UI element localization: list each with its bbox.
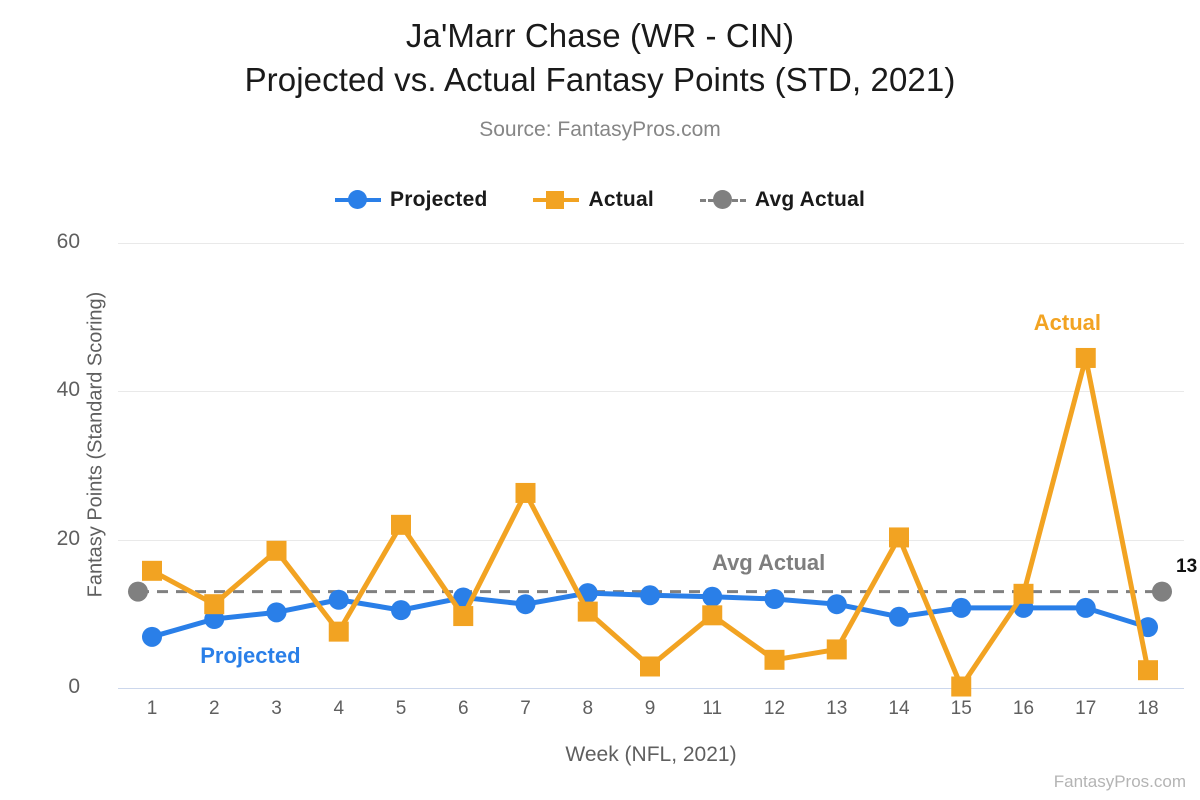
- point-projected-week-5: [391, 600, 411, 621]
- point-actual-week-1: [142, 560, 162, 581]
- point-actual-week-15: [951, 676, 972, 697]
- point-actual-week-2: [204, 594, 225, 615]
- x-tick-label-11: 11: [702, 698, 723, 719]
- annotation-actual: Actual: [1033, 309, 1101, 335]
- series-layer: [128, 347, 1172, 697]
- annotation-avg-actual: Avg Actual: [712, 549, 826, 575]
- chart-subtitle: Source: FantasyPros.com: [479, 118, 721, 141]
- y-tick-label-40: 40: [56, 378, 80, 402]
- title-block: Ja'Marr Chase (WR - CIN) Projected vs. A…: [0, 14, 1200, 102]
- point-actual-week-16: [1013, 583, 1034, 604]
- x-tick-label-2: 2: [208, 698, 220, 719]
- legend-marker-circle-icon: [334, 189, 381, 211]
- point-projected-week-11: [702, 586, 723, 607]
- point-actual-week-9: [640, 656, 660, 677]
- x-tick-label-18: 18: [1137, 698, 1159, 719]
- point-projected-week-9: [640, 585, 660, 606]
- legend-item-actual[interactable]: Actual: [533, 188, 654, 212]
- point-actual-week-12: [764, 649, 785, 670]
- y-tick-label-60: 60: [56, 230, 80, 253]
- x-tick-label-8: 8: [582, 698, 594, 719]
- x-tick-label-5: 5: [395, 698, 407, 719]
- point-projected-week-14: [889, 606, 909, 627]
- chart-container: Ja'Marr Chase (WR - CIN) Projected vs. A…: [0, 0, 1200, 800]
- point-projected-week-17: [1075, 597, 1096, 618]
- point-projected-week-15: [951, 597, 972, 618]
- avg-actual-endpoint-0: [128, 581, 148, 602]
- x-tick-label-13: 13: [826, 698, 848, 719]
- chart-title-line2: Projected vs. Actual Fantasy Points (STD…: [244, 61, 956, 98]
- x-tick-label-6: 6: [457, 698, 469, 719]
- chart-legend: Projected Actual Avg Actual: [0, 188, 1200, 212]
- point-projected-week-1: [142, 626, 162, 647]
- x-axis-label: Week (NFL, 2021): [565, 743, 737, 766]
- point-projected-week-4: [328, 589, 349, 610]
- gridline-0: [118, 688, 1184, 689]
- series-line-actual: [149, 355, 1151, 690]
- x-tick-label-15: 15: [950, 698, 972, 719]
- legend-marker-dashed-circle-icon: [699, 189, 746, 211]
- point-actual-week-18: [1138, 660, 1158, 681]
- legend-item-projected[interactable]: Projected: [334, 188, 488, 212]
- point-actual-week-4: [328, 621, 349, 642]
- x-tick-label-7: 7: [520, 698, 531, 719]
- point-projected-week-13: [826, 594, 847, 615]
- point-actual-week-11: [702, 605, 723, 626]
- avg-actual-endpoint-1: [1152, 581, 1172, 602]
- x-tick-label-9: 9: [644, 698, 656, 719]
- point-actual-week-13: [826, 639, 847, 660]
- y-axis-label: Fantasy Points (Standard Scoring): [84, 291, 107, 598]
- point-actual-week-17: [1075, 347, 1096, 368]
- y-tick-label-0: 0: [68, 675, 80, 698]
- x-tick-label-3: 3: [271, 698, 282, 719]
- plot-area: 0 20 40 60 Fantasy Points (Standard Scoring…: [57, 230, 1198, 766]
- legend-label-projected: Projected: [389, 188, 488, 211]
- point-projected-week-12: [764, 589, 785, 609]
- annotation-projected: Projected: [200, 643, 301, 669]
- point-projected-week-7: [515, 594, 536, 615]
- y-tick-label-20: 20: [56, 526, 80, 550]
- point-actual-week-5: [391, 514, 411, 535]
- x-tick-label-4: 4: [333, 698, 345, 719]
- point-actual-week-14: [889, 527, 909, 548]
- legend-label-actual: Actual: [588, 188, 654, 211]
- x-tick-label-16: 16: [1012, 698, 1035, 719]
- point-actual-week-8: [577, 601, 598, 622]
- x-tick-label-17: 17: [1075, 698, 1097, 719]
- point-projected-week-3: [266, 602, 287, 623]
- x-tick-label-1: 1: [146, 698, 158, 719]
- x-tick-label-14: 14: [888, 698, 910, 719]
- x-tick-label-12: 12: [763, 698, 786, 719]
- legend-label-avg-actual: Avg Actual: [754, 188, 866, 211]
- annotation-end-value: 13: [1176, 555, 1198, 577]
- watermark: FantasyPros.com: [1053, 772, 1186, 791]
- point-actual-week-7: [515, 482, 536, 503]
- legend-marker-square-icon: [533, 189, 580, 211]
- chart-title-line1: Ja'Marr Chase (WR - CIN): [405, 17, 795, 54]
- legend-item-avg-actual[interactable]: Avg Actual: [699, 188, 866, 212]
- point-actual-week-6: [453, 606, 474, 627]
- point-actual-week-3: [266, 540, 287, 561]
